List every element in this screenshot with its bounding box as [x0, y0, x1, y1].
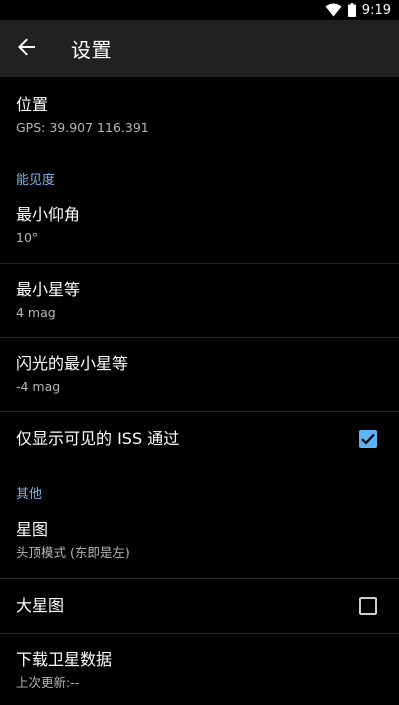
download-satellite-data-title: 下载卫星数据 [16, 650, 113, 669]
visible-iss-only-checkbox[interactable] [359, 430, 377, 448]
checkmark-icon [361, 430, 375, 449]
star-map-preference[interactable]: 星图 头顶模式 (东即是左) [0, 504, 399, 578]
min-magnitude-preference[interactable]: 最小星等 4 mag [0, 264, 399, 337]
min-elevation-title: 最小仰角 [16, 205, 81, 224]
visible-iss-only-preference[interactable]: 仅显示可见的 ISS 通过 [0, 412, 399, 466]
min-elevation-preference[interactable]: 最小仰角 10° [0, 189, 399, 263]
status-bar: 9:19 [0, 0, 399, 20]
min-elevation-summary: 10° [16, 230, 39, 245]
status-time: 9:19 [361, 2, 391, 18]
star-map-summary: 头顶模式 (东即是左) [16, 545, 130, 560]
location-title: 位置 [16, 94, 49, 114]
app-bar: 设置 [0, 20, 399, 77]
download-satellite-data-preference[interactable]: 下载卫星数据 上次更新:-- [0, 634, 399, 705]
min-flare-magnitude-title: 闪光的最小星等 [16, 353, 129, 373]
large-star-map-checkbox[interactable] [359, 597, 377, 615]
settings-list: 位置 GPS: 39.907 116.391 能见度 最小仰角 10° 最小星等… [0, 77, 399, 705]
min-magnitude-title: 最小星等 [16, 279, 81, 299]
back-button[interactable] [0, 20, 55, 77]
category-visibility: 能见度 [16, 173, 56, 188]
star-map-title: 星图 [16, 520, 49, 539]
page-title: 设置 [71, 38, 112, 62]
category-other: 其他 [16, 487, 43, 502]
min-magnitude-summary: 4 mag [16, 304, 56, 320]
location-preference[interactable]: 位置 GPS: 39.907 116.391 [0, 77, 399, 154]
large-star-map-preference[interactable]: 大星图 [0, 579, 399, 633]
large-star-map-title: 大星图 [16, 596, 65, 615]
download-satellite-data-summary: 上次更新:-- [16, 675, 80, 690]
battery-icon [347, 3, 356, 17]
wifi-icon [325, 3, 342, 17]
visible-iss-only-title: 仅显示可见的 ISS 通过 [16, 429, 180, 448]
min-flare-magnitude-summary: -4 mag [16, 378, 61, 394]
min-flare-magnitude-preference[interactable]: 闪光的最小星等 -4 mag [0, 338, 399, 411]
arrow-back-icon [18, 38, 36, 60]
location-summary: GPS: 39.907 116.391 [16, 119, 149, 135]
